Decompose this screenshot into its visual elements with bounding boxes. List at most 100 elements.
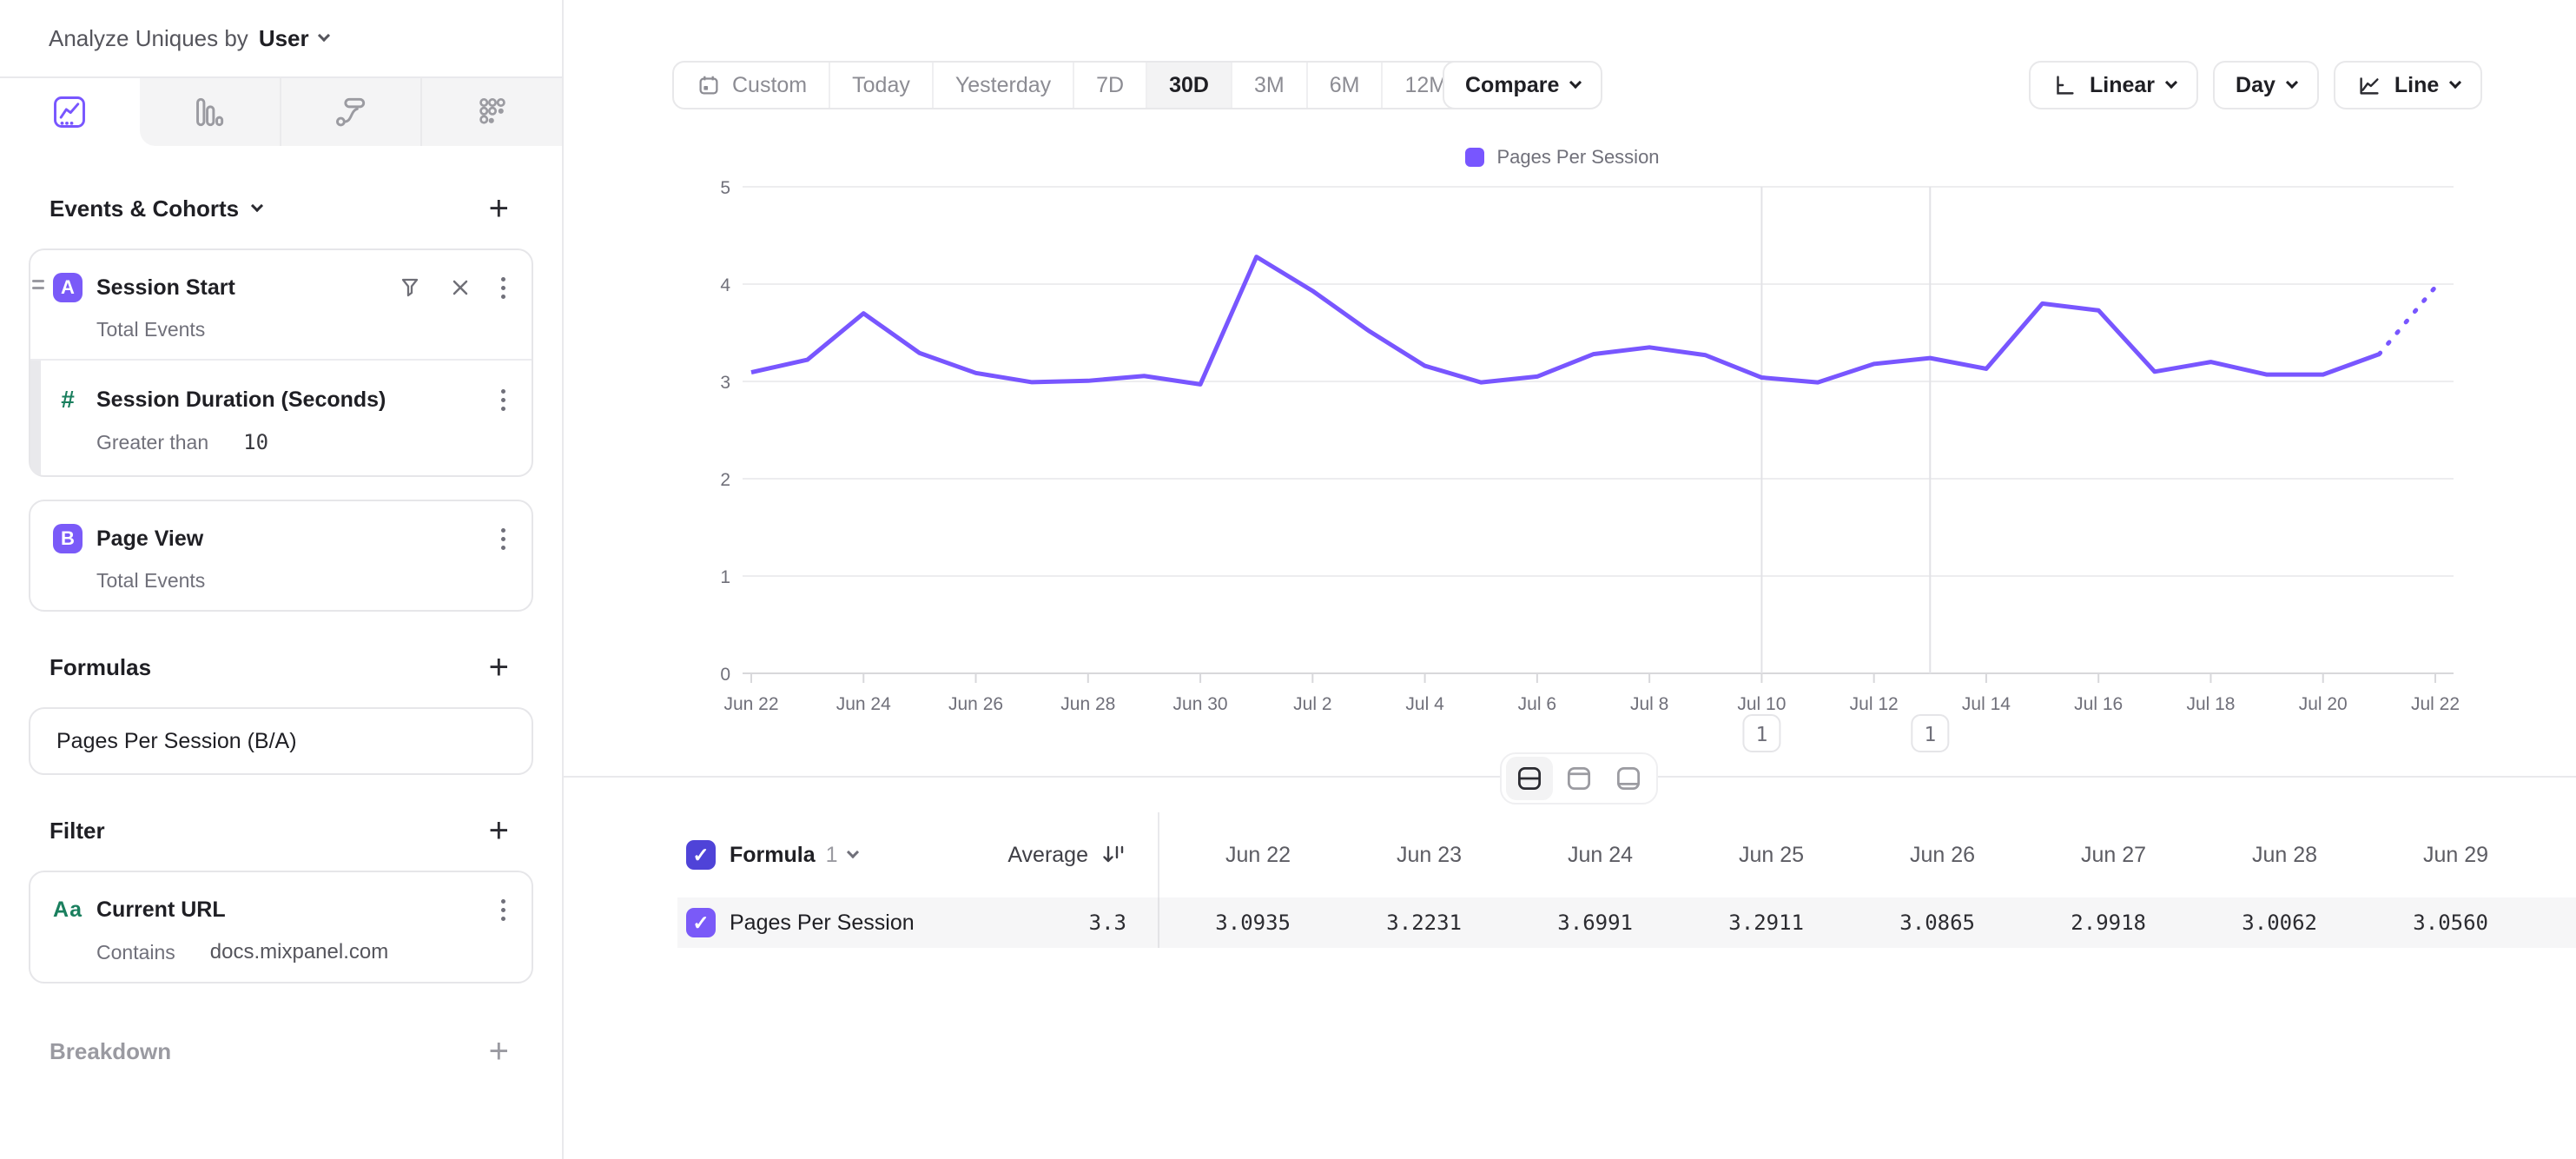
results-table: ✓ Formula 1 Average Jun 22Jun 23Jun 24Ju… [677,812,2576,948]
chevron-down-icon [2449,76,2461,89]
filter-property-title[interactable]: Current URL [96,897,226,923]
event-b-title[interactable]: Page View [96,527,203,552]
property-operator[interactable]: Greater than [96,431,208,454]
chevron-down-icon [2286,76,2298,89]
range-label: 6M [1330,73,1360,98]
table-date-header[interactable]: Jun 29 [2357,812,2528,897]
average-sort-header[interactable]: Average [1007,842,1126,868]
filter-header: Filter + [29,813,533,848]
filter-operator[interactable]: Contains [96,941,175,964]
formula-input[interactable]: Pages Per Session (B/A) [29,707,533,775]
date-range-control: CustomTodayYesterday7D 30D 3M 6M 12M [672,61,1470,109]
tab-flows[interactable] [280,78,421,146]
string-property-icon: Aa [53,897,83,923]
more-options-icon[interactable] [498,274,509,302]
table-row[interactable]: ✓ Pages Per Session 3.3 3.09353.22313.69… [677,897,2576,948]
svg-text:2: 2 [720,470,730,490]
series-line-solid[interactable] [751,257,2379,385]
table-value-cell: 3.0062 [2186,897,2357,948]
range-6m[interactable]: 6M [1306,63,1382,108]
range-yesterday[interactable]: Yesterday [932,63,1073,108]
svg-text:Jul 10: Jul 10 [1737,694,1786,714]
layout-chart-only-button[interactable] [1556,757,1602,800]
range-3m[interactable]: 3M [1231,63,1306,108]
table-only-view-icon [1613,763,1644,794]
svg-text:3: 3 [720,373,730,393]
svg-text:0: 0 [720,665,730,685]
table-value-cell: 3.0560 [2357,897,2528,948]
event-b-main[interactable]: B Page View Total Events [30,501,532,610]
layout-toggle-group [1500,752,1658,805]
svg-text:1: 1 [720,567,730,587]
more-options-icon[interactable] [498,896,509,924]
tab-funnels[interactable] [140,78,280,146]
interval-dropdown[interactable]: Day [2213,61,2319,109]
scale-dropdown[interactable]: Linear [2029,61,2198,109]
series-visible-checkbox[interactable]: ✓ [686,908,716,937]
event-a-property-filter[interactable]: # Session Duration (Seconds) Greater tha… [30,359,532,475]
series-line-projected[interactable] [2379,287,2435,354]
property-title[interactable]: Session Duration (Seconds) [96,387,386,413]
event-card-a: A Session Start Total Events [29,248,533,477]
table-header-first-cell: ✓ Formula 1 Average [677,812,1159,897]
table-value-cell: 2.9918 [2015,897,2186,948]
range-custom[interactable]: Custom [674,63,829,108]
filter-title: Filter [50,818,105,844]
property-value[interactable]: 10 [243,430,268,454]
events-cohorts-title[interactable]: Events & Cohorts [50,195,261,222]
range-30d[interactable]: 30D [1146,63,1231,108]
range-7d[interactable]: 7D [1073,63,1146,108]
table-date-header[interactable]: Jun 26 [1844,812,2015,897]
filter-main[interactable]: Aa Current URL Contains docs.mixpanel.co… [30,872,532,982]
chart-type-dropdown[interactable]: Line [2334,61,2482,109]
add-filter-button[interactable]: + [489,813,509,848]
range-label: 30D [1169,73,1209,98]
event-a-aggregation[interactable]: Total Events [96,318,509,341]
analyze-by-dropdown[interactable]: User [259,25,309,52]
select-all-checkbox[interactable]: ✓ [686,840,716,870]
formulas-title: Formulas [50,654,151,681]
tab-retention[interactable] [420,78,562,146]
add-event-button[interactable]: + [489,191,509,226]
formula-group-dropdown[interactable]: Formula 1 [730,843,857,868]
analyze-header: Analyze Uniques by User [0,0,562,78]
table-date-header[interactable]: Jun 23 [1331,812,1502,897]
chart-svg[interactable]: 012345Jun 22Jun 24Jun 26Jun 28Jun 30Jul … [564,122,2576,765]
filter-funnel-icon[interactable] [397,275,423,301]
table-value-cell: 3.6991 [1502,897,1673,948]
table-value-cell: 3.0935 [1159,897,1331,948]
table-date-header[interactable]: Jun 22 [1159,812,1331,897]
table-date-header[interactable]: Jun 24 [1502,812,1673,897]
event-b-aggregation[interactable]: Total Events [96,569,509,593]
report-type-tabbar [0,78,562,146]
svg-text:Jul 22: Jul 22 [2411,694,2460,714]
line-chart[interactable]: 012345Jun 22Jun 24Jun 26Jun 28Jun 30Jul … [564,122,2576,765]
range-label: 12M [1404,73,1447,98]
svg-text:4: 4 [720,275,730,295]
layout-split-button[interactable] [1506,757,1553,800]
filter-value[interactable]: docs.mixpanel.com [210,940,388,964]
event-a-main[interactable]: A Session Start Total Events [30,250,532,359]
tab-insights[interactable] [0,78,140,146]
svg-text:Jul 4: Jul 4 [1405,694,1444,714]
flow-icon [332,93,370,131]
table-value-cell: 3.2911 [1673,897,1844,948]
more-options-icon[interactable] [498,386,509,414]
series-name: Pages Per Session [730,911,915,936]
table-date-header[interactable]: Jun 25 [1673,812,1844,897]
bar-chart-icon [190,93,228,131]
table-date-header[interactable]: Jun 28 [2186,812,2357,897]
compare-button[interactable]: Compare [1443,61,1602,109]
layout-table-only-button[interactable] [1605,757,1652,800]
add-breakdown-button[interactable]: + [489,1034,509,1069]
add-formula-button[interactable]: + [489,650,509,685]
chevron-down-icon[interactable] [318,30,330,42]
chart-display-controls: Linear Day Line [2029,61,2482,109]
svg-text:Jul 12: Jul 12 [1850,694,1899,714]
range-today[interactable]: Today [829,63,932,108]
event-a-title[interactable]: Session Start [96,275,235,301]
drag-handle-icon[interactable] [32,280,44,289]
more-options-icon[interactable] [498,525,509,553]
table-date-header[interactable]: Jun 27 [2015,812,2186,897]
close-icon[interactable] [449,276,472,299]
